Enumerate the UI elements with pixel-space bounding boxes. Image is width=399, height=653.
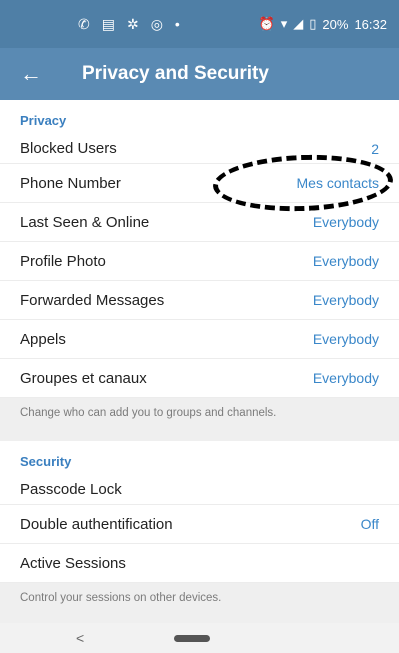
privacy-info: Change who can add you to groups and cha… [0,398,399,441]
row-value: Everybody [312,331,379,347]
row-label: Phone Number [20,174,121,192]
privacy-header: Privacy [20,113,67,128]
security-section: Security Passcode Lock Double authentifi… [0,441,399,626]
row-value: Off [360,516,379,532]
row-last-seen[interactable]: Last Seen & Online Everybody [0,203,399,242]
navigation-bar: < [0,623,399,653]
row-value: Everybody [312,253,379,269]
row-label: Passcode Lock [20,481,122,498]
message-icon: ▤ [101,15,115,32]
whatsapp-icon: ✆ [78,15,90,32]
instagram-icon: ◎ [150,15,163,32]
system-icons: ⏰ ▾ ◢ ▯ 20% 16:32 [259,16,387,32]
row-label: Groupes et canaux [20,369,147,387]
page-title: Privacy and Security [82,63,269,84]
row-label: Appels [20,330,66,348]
row-value: 2 [371,140,379,157]
fan-icon: ✲ [126,15,139,32]
wifi-icon: ▾ [280,16,288,31]
row-active-sessions[interactable]: Active Sessions [0,544,399,583]
row-value: Everybody [312,292,379,308]
security-info: Control your sessions on other devices. [0,583,399,626]
notification-icons: ✆ ▤ ✲ ◎ • [78,16,180,33]
row-calls[interactable]: Appels Everybody [0,320,399,359]
app-bar: ← Privacy and Security [0,48,399,100]
home-pill-icon[interactable] [174,634,211,642]
dot-icon: • [174,15,180,32]
privacy-section: Privacy Blocked Users 2 Phone Number Mes… [0,100,399,441]
alarm-icon: ⏰ [258,16,275,31]
row-value: Everybody [312,370,379,386]
row-forwarded-messages[interactable]: Forwarded Messages Everybody [0,281,399,320]
row-groups[interactable]: Groupes et canaux Everybody [0,359,399,398]
security-header: Security [20,454,72,469]
row-passcode-lock[interactable]: Passcode Lock [0,475,399,505]
back-arrow-icon[interactable]: ← [20,61,60,87]
nav-back-icon[interactable]: < [76,630,84,646]
signal-icon: ◢ [293,16,304,31]
row-profile-photo[interactable]: Profile Photo Everybody [0,242,399,281]
row-label: Double authentification [20,515,173,533]
row-value: Everybody [312,214,379,230]
row-label: Forwarded Messages [20,291,165,309]
status-bar: ✆ ▤ ✲ ◎ • ⏰ ▾ ◢ ▯ 20% 16:32 [0,0,399,48]
row-label: Last Seen & Online [20,213,150,231]
battery-icon: ▯ [309,16,317,31]
row-label: Blocked Users [20,140,117,157]
row-label: Profile Photo [20,252,106,270]
clock: 16:32 [354,16,387,32]
row-two-step[interactable]: Double authentification Off [0,505,399,544]
battery-percent: 20% [322,16,349,32]
row-label: Active Sessions [20,554,126,572]
